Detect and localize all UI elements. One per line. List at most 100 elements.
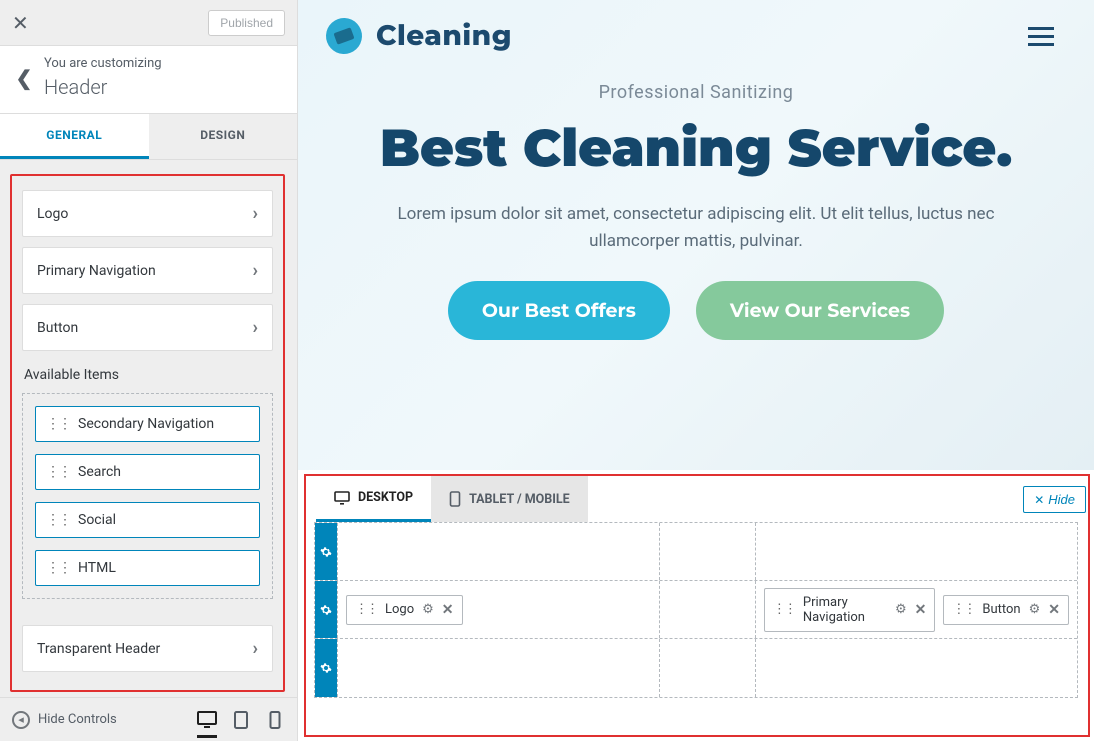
chevron-right-icon: › — [253, 203, 258, 224]
chevron-right-icon: › — [253, 260, 258, 281]
site-header: Cleaning — [298, 0, 1094, 54]
builder-tab-mobile[interactable]: TABLET / MOBILE — [431, 476, 588, 522]
hero-section: Professional Sanitizing Best Cleaning Se… — [298, 54, 1094, 340]
close-icon: ✕ — [1034, 493, 1044, 507]
chip-button[interactable]: ⋮⋮ Button ⚙ ✕ — [943, 595, 1069, 625]
config-item-button[interactable]: Button › — [22, 304, 273, 351]
desktop-icon — [334, 491, 350, 505]
chevron-right-icon: › — [253, 317, 258, 338]
hide-controls-button[interactable]: ◂ Hide Controls — [12, 711, 117, 729]
gear-icon[interactable]: ⚙ — [1029, 602, 1041, 617]
gear-icon[interactable]: ⚙ — [895, 602, 907, 617]
builder-row-top — [315, 523, 1077, 581]
logo-icon — [321, 13, 367, 59]
drag-handle-icon[interactable]: ⋮⋮ — [46, 416, 70, 432]
chip-label: Button — [982, 602, 1020, 617]
chip-label: Primary Navigation — [803, 595, 887, 625]
available-item-secondary-nav[interactable]: ⋮⋮ Secondary Navigation — [35, 406, 260, 442]
tab-general[interactable]: GENERAL — [0, 114, 149, 159]
config-item-label: Button — [37, 320, 78, 336]
builder-rows: ⋮⋮ Logo ⚙ ✕ ⋮⋮ Primary Navigation ⚙ ✕ — [314, 522, 1078, 698]
crumb-prefix: You are customizing — [44, 56, 283, 71]
logo-text: Cleaning — [376, 19, 512, 53]
sidebar-top-bar: ✕ Published — [0, 0, 297, 46]
published-button[interactable]: Published — [208, 10, 285, 36]
available-item-html[interactable]: ⋮⋮ HTML — [35, 550, 260, 586]
available-item-label: Secondary Navigation — [78, 416, 214, 432]
desktop-device-icon[interactable] — [197, 710, 217, 730]
row-settings-button[interactable] — [315, 523, 337, 580]
config-item-label: Logo — [37, 206, 68, 222]
drag-handle-icon[interactable]: ⋮⋮ — [46, 464, 70, 480]
builder-tab-label: TABLET / MOBILE — [469, 492, 570, 507]
drop-zone-left[interactable]: ⋮⋮ Logo ⚙ ✕ — [337, 581, 659, 638]
available-items-label: Available Items — [24, 367, 273, 383]
row-settings-button[interactable] — [315, 639, 337, 697]
drop-zone-center[interactable] — [659, 523, 755, 580]
drop-zone-left[interactable] — [337, 639, 659, 697]
available-items-container: ⋮⋮ Secondary Navigation ⋮⋮ Search ⋮⋮ Soc… — [22, 393, 273, 599]
drop-zone-right[interactable] — [755, 639, 1077, 697]
cta-secondary-button[interactable]: View Our Services — [696, 281, 944, 340]
drag-handle-icon[interactable]: ⋮⋮ — [773, 602, 795, 617]
transparent-header-label: Transparent Header — [37, 641, 160, 657]
available-item-label: Search — [78, 464, 121, 480]
builder-tab-desktop[interactable]: DESKTOP — [316, 476, 431, 522]
available-item-label: Social — [78, 512, 116, 528]
mobile-device-icon[interactable] — [265, 710, 285, 730]
close-icon[interactable]: ✕ — [12, 11, 29, 35]
available-item-label: HTML — [78, 560, 116, 576]
sidebar-footer: ◂ Hide Controls — [0, 697, 297, 741]
hero-subhead: Professional Sanitizing — [358, 82, 1034, 103]
hide-controls-label: Hide Controls — [38, 712, 117, 727]
drag-handle-icon[interactable]: ⋮⋮ — [46, 512, 70, 528]
header-builder: DESKTOP TABLET / MOBILE ✕Hide — [304, 474, 1090, 737]
drop-zone-center[interactable] — [659, 581, 755, 638]
config-item-primary-nav[interactable]: Primary Navigation › — [22, 247, 273, 294]
config-item-label: Primary Navigation — [37, 263, 156, 279]
customizer-sidebar: ✕ Published ❮ You are customizing Header… — [0, 0, 298, 741]
tablet-device-icon[interactable] — [231, 710, 251, 730]
drop-zone-left[interactable] — [337, 523, 659, 580]
sidebar-tabs: GENERAL DESIGN — [0, 114, 297, 160]
builder-row-main: ⋮⋮ Logo ⚙ ✕ ⋮⋮ Primary Navigation ⚙ ✕ — [315, 581, 1077, 639]
drop-zone-right[interactable] — [755, 523, 1077, 580]
chip-primary-nav[interactable]: ⋮⋮ Primary Navigation ⚙ ✕ — [764, 588, 935, 632]
builder-tabs: DESKTOP TABLET / MOBILE ✕Hide — [306, 476, 1088, 522]
breadcrumb: ❮ You are customizing Header — [0, 46, 297, 114]
builder-row-bottom — [315, 639, 1077, 697]
preview-area: Cleaning Professional Sanitizing Best Cl… — [298, 0, 1094, 741]
chip-label: Logo — [385, 602, 414, 617]
drop-zone-right[interactable]: ⋮⋮ Primary Navigation ⚙ ✕ ⋮⋮ Button ⚙ ✕ — [755, 581, 1077, 638]
config-item-logo[interactable]: Logo › — [22, 190, 273, 237]
cta-primary-button[interactable]: Our Best Offers — [448, 281, 670, 340]
remove-icon[interactable]: ✕ — [1048, 602, 1060, 618]
transparent-header-item[interactable]: Transparent Header › — [22, 625, 273, 672]
builder-tab-label: DESKTOP — [358, 490, 413, 505]
tablet-icon — [449, 491, 461, 507]
tab-design[interactable]: DESIGN — [149, 114, 298, 159]
hamburger-menu-icon[interactable] — [1028, 27, 1054, 46]
drag-handle-icon[interactable]: ⋮⋮ — [355, 602, 377, 617]
drop-zone-center[interactable] — [659, 639, 755, 697]
highlighted-section: Logo › Primary Navigation › Button › Ava… — [10, 174, 285, 692]
available-item-search[interactable]: ⋮⋮ Search — [35, 454, 260, 490]
chip-logo[interactable]: ⋮⋮ Logo ⚙ ✕ — [346, 595, 463, 625]
hero-lead: Lorem ipsum dolor sit amet, consectetur … — [376, 201, 1016, 255]
gear-icon — [320, 546, 332, 558]
hide-builder-button[interactable]: ✕Hide — [1023, 486, 1086, 513]
site-preview: Cleaning Professional Sanitizing Best Cl… — [298, 0, 1094, 470]
remove-icon[interactable]: ✕ — [915, 602, 927, 618]
gear-icon[interactable]: ⚙ — [422, 602, 434, 617]
drag-handle-icon[interactable]: ⋮⋮ — [952, 602, 974, 617]
remove-icon[interactable]: ✕ — [442, 602, 454, 618]
chevron-right-icon: › — [253, 638, 258, 659]
row-settings-button[interactable] — [315, 581, 337, 638]
back-button[interactable]: ❮ — [4, 66, 44, 90]
drag-handle-icon[interactable]: ⋮⋮ — [46, 560, 70, 576]
gear-icon — [320, 662, 332, 674]
crumb-title: Header — [44, 75, 107, 99]
gear-icon — [320, 604, 332, 616]
available-item-social[interactable]: ⋮⋮ Social — [35, 502, 260, 538]
hero-headline: Best Cleaning Service. — [358, 119, 1034, 179]
